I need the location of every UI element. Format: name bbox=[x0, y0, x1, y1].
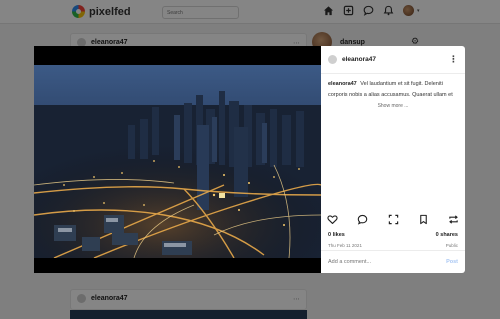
show-more-link[interactable]: Show more ... bbox=[321, 103, 465, 109]
post-actions bbox=[321, 214, 465, 225]
post-date[interactable]: Thu Feb 11 2021 bbox=[328, 243, 362, 248]
likes-count[interactable]: 0 likes bbox=[328, 232, 345, 238]
post-caption: eleanora47 Vel laudantium et sit fugit. … bbox=[321, 74, 465, 101]
comment-input[interactable] bbox=[328, 259, 428, 265]
caption-username[interactable]: eleanora47 bbox=[328, 81, 357, 87]
post-stats: 0 likes 0 shares bbox=[328, 232, 458, 238]
author-username[interactable]: eleanora47 bbox=[342, 56, 376, 63]
bookmark-icon[interactable] bbox=[418, 214, 429, 225]
more-options-icon[interactable]: ⋮ bbox=[449, 54, 458, 65]
modal-media-area bbox=[34, 46, 321, 273]
share-retweet-icon[interactable] bbox=[448, 214, 459, 225]
heart-icon[interactable] bbox=[327, 214, 338, 225]
post-comment-button[interactable]: Post bbox=[446, 259, 458, 265]
comment-icon[interactable] bbox=[357, 214, 368, 225]
shares-count[interactable]: 0 shares bbox=[436, 232, 458, 238]
visibility-label: Public bbox=[445, 243, 458, 248]
post-detail-panel: eleanora47 ⋮ eleanora47 Vel laudantium e… bbox=[321, 46, 465, 273]
panel-header: eleanora47 ⋮ bbox=[321, 46, 465, 74]
post-photo-city-night[interactable] bbox=[34, 65, 321, 258]
author-avatar[interactable] bbox=[328, 55, 337, 64]
expand-icon[interactable] bbox=[388, 214, 399, 225]
comment-composer: Post bbox=[321, 250, 465, 273]
post-meta: Thu Feb 11 2021 Public bbox=[328, 243, 458, 248]
